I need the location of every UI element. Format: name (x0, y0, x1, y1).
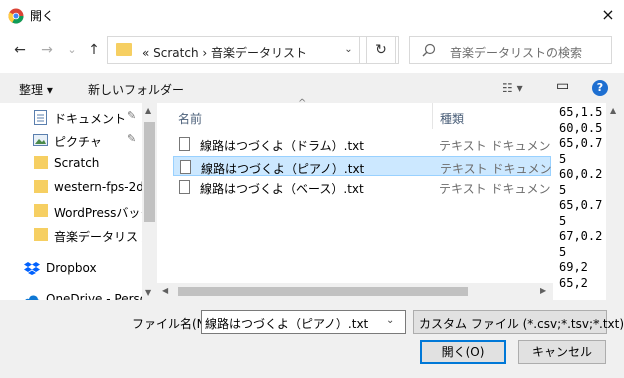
sidebar-item-pictures[interactable]: ピクチャ ✎ (0, 129, 142, 151)
sidebar-item-label: western-fps-2d (54, 180, 144, 194)
chevron-down-icon[interactable]: ⌄ (593, 315, 601, 326)
help-button[interactable]: ? (592, 80, 608, 96)
text-file-icon (179, 137, 190, 151)
sidebar-item-onedrive[interactable]: OneDrive - Person (0, 288, 155, 300)
address-dropdown-button[interactable]: ⌄ (338, 36, 360, 64)
refresh-button[interactable]: ↻ (366, 36, 396, 64)
forward-button[interactable]: → (37, 40, 57, 60)
sidebar-item-label: WordPressバック (54, 206, 153, 220)
folder-icon (34, 228, 48, 241)
folder-icon (34, 156, 48, 169)
file-type: テキスト ドキュメント (439, 139, 563, 153)
open-button[interactable]: 開く(O) (420, 340, 506, 364)
pin-icon: ✎ (127, 109, 137, 122)
recent-locations-button[interactable]: ⌄ (62, 40, 82, 60)
chrome-icon (8, 8, 24, 24)
sidebar-item-music-data-list[interactable]: 音楽データリスト (0, 224, 150, 246)
pictures-icon (33, 134, 48, 146)
scroll-left-arrow-icon[interactable]: ◀ (162, 286, 168, 295)
horizontal-scrollbar-thumb[interactable] (178, 287, 468, 296)
organize-button[interactable]: 整理 ▾ (19, 81, 53, 98)
sidebar-item-label: OneDrive - Person (46, 292, 155, 300)
text-file-icon (180, 160, 191, 174)
up-button[interactable]: ↑ (84, 40, 104, 60)
file-name: 線路はつづくよ（ピアノ）.txt (201, 162, 365, 176)
file-type: テキスト ドキュメント (440, 162, 564, 176)
sidebar-item-documents[interactable]: ドキュメント ✎ (0, 106, 142, 128)
sidebar-item-label: ドキュメント (54, 112, 127, 126)
pin-icon: ✎ (127, 132, 137, 145)
address-path: « Scratch › 音楽データリスト (142, 46, 307, 60)
file-name: 線路はつづくよ（ドラム）.txt (200, 139, 364, 153)
file-name: 線路はつづくよ（ベース）.txt (200, 182, 364, 196)
sidebar-item-scratch[interactable]: Scratch (0, 152, 142, 174)
scroll-up-arrow-icon[interactable]: ▲ (610, 106, 616, 115)
close-icon[interactable]: × (596, 4, 620, 26)
chevron-down-icon[interactable]: ⌄ (386, 315, 394, 326)
text-file-icon (179, 180, 190, 194)
dropbox-icon (24, 262, 40, 275)
view-options-button[interactable]: ☷ ▾ (502, 81, 523, 95)
sidebar-item-label: Scratch (54, 156, 100, 170)
column-header-type[interactable]: 種類 (440, 110, 464, 136)
search-icon (422, 43, 436, 57)
sidebar-item-wordpress-backup[interactable]: WordPressバック (0, 200, 152, 222)
sort-ascending-icon: ^ (298, 98, 307, 109)
folder-icon (34, 204, 48, 217)
window-title: 開く (30, 9, 55, 23)
scroll-up-arrow-icon[interactable]: ▲ (145, 106, 151, 115)
file-type: テキスト ドキュメント (439, 182, 563, 196)
scroll-down-arrow-icon[interactable]: ▼ (145, 288, 151, 297)
new-folder-button[interactable]: 新しいフォルダー (88, 81, 184, 98)
file-row[interactable]: 線路はつづくよ（ドラム）.txt テキスト ドキュメント (173, 134, 562, 154)
preview-scrollbar[interactable] (606, 103, 624, 300)
filename-value[interactable]: 線路はつづくよ（ピアノ）.txt (205, 315, 368, 332)
document-icon (34, 110, 47, 125)
title-bar (0, 0, 624, 31)
sidebar-item-label: ピクチャ (54, 135, 102, 149)
folder-icon (34, 180, 48, 193)
column-header-name[interactable]: 名前 (178, 110, 202, 136)
sidebar-item-dropbox[interactable]: Dropbox (0, 257, 142, 279)
column-divider[interactable] (432, 103, 433, 129)
sidebar-scrollbar-thumb[interactable] (144, 122, 155, 222)
preview-pane-button[interactable]: ▭ (556, 78, 569, 94)
sidebar-item-western-fps-2d[interactable]: western-fps-2d (0, 176, 144, 198)
file-list (165, 103, 553, 300)
folder-icon (116, 43, 132, 56)
search-placeholder: 音楽データリストの検索 (450, 46, 583, 60)
navigation-pane: ドキュメント ✎ ピクチャ ✎ Scratch western-fps-2d W… (0, 103, 157, 300)
sidebar-item-label: Dropbox (46, 261, 97, 275)
scroll-right-arrow-icon[interactable]: ▶ (540, 286, 546, 295)
back-button[interactable]: ← (10, 40, 30, 60)
cancel-button[interactable]: キャンセル (518, 340, 606, 364)
file-row[interactable]: 線路はつづくよ（ベース）.txt テキスト ドキュメント (173, 177, 562, 197)
file-row-selected[interactable]: 線路はつづくよ（ピアノ）.txt テキスト ドキュメント (173, 156, 563, 176)
sidebar-item-label: 音楽データリスト (54, 230, 151, 244)
search-input[interactable]: 音楽データリストの検索 (409, 36, 612, 64)
